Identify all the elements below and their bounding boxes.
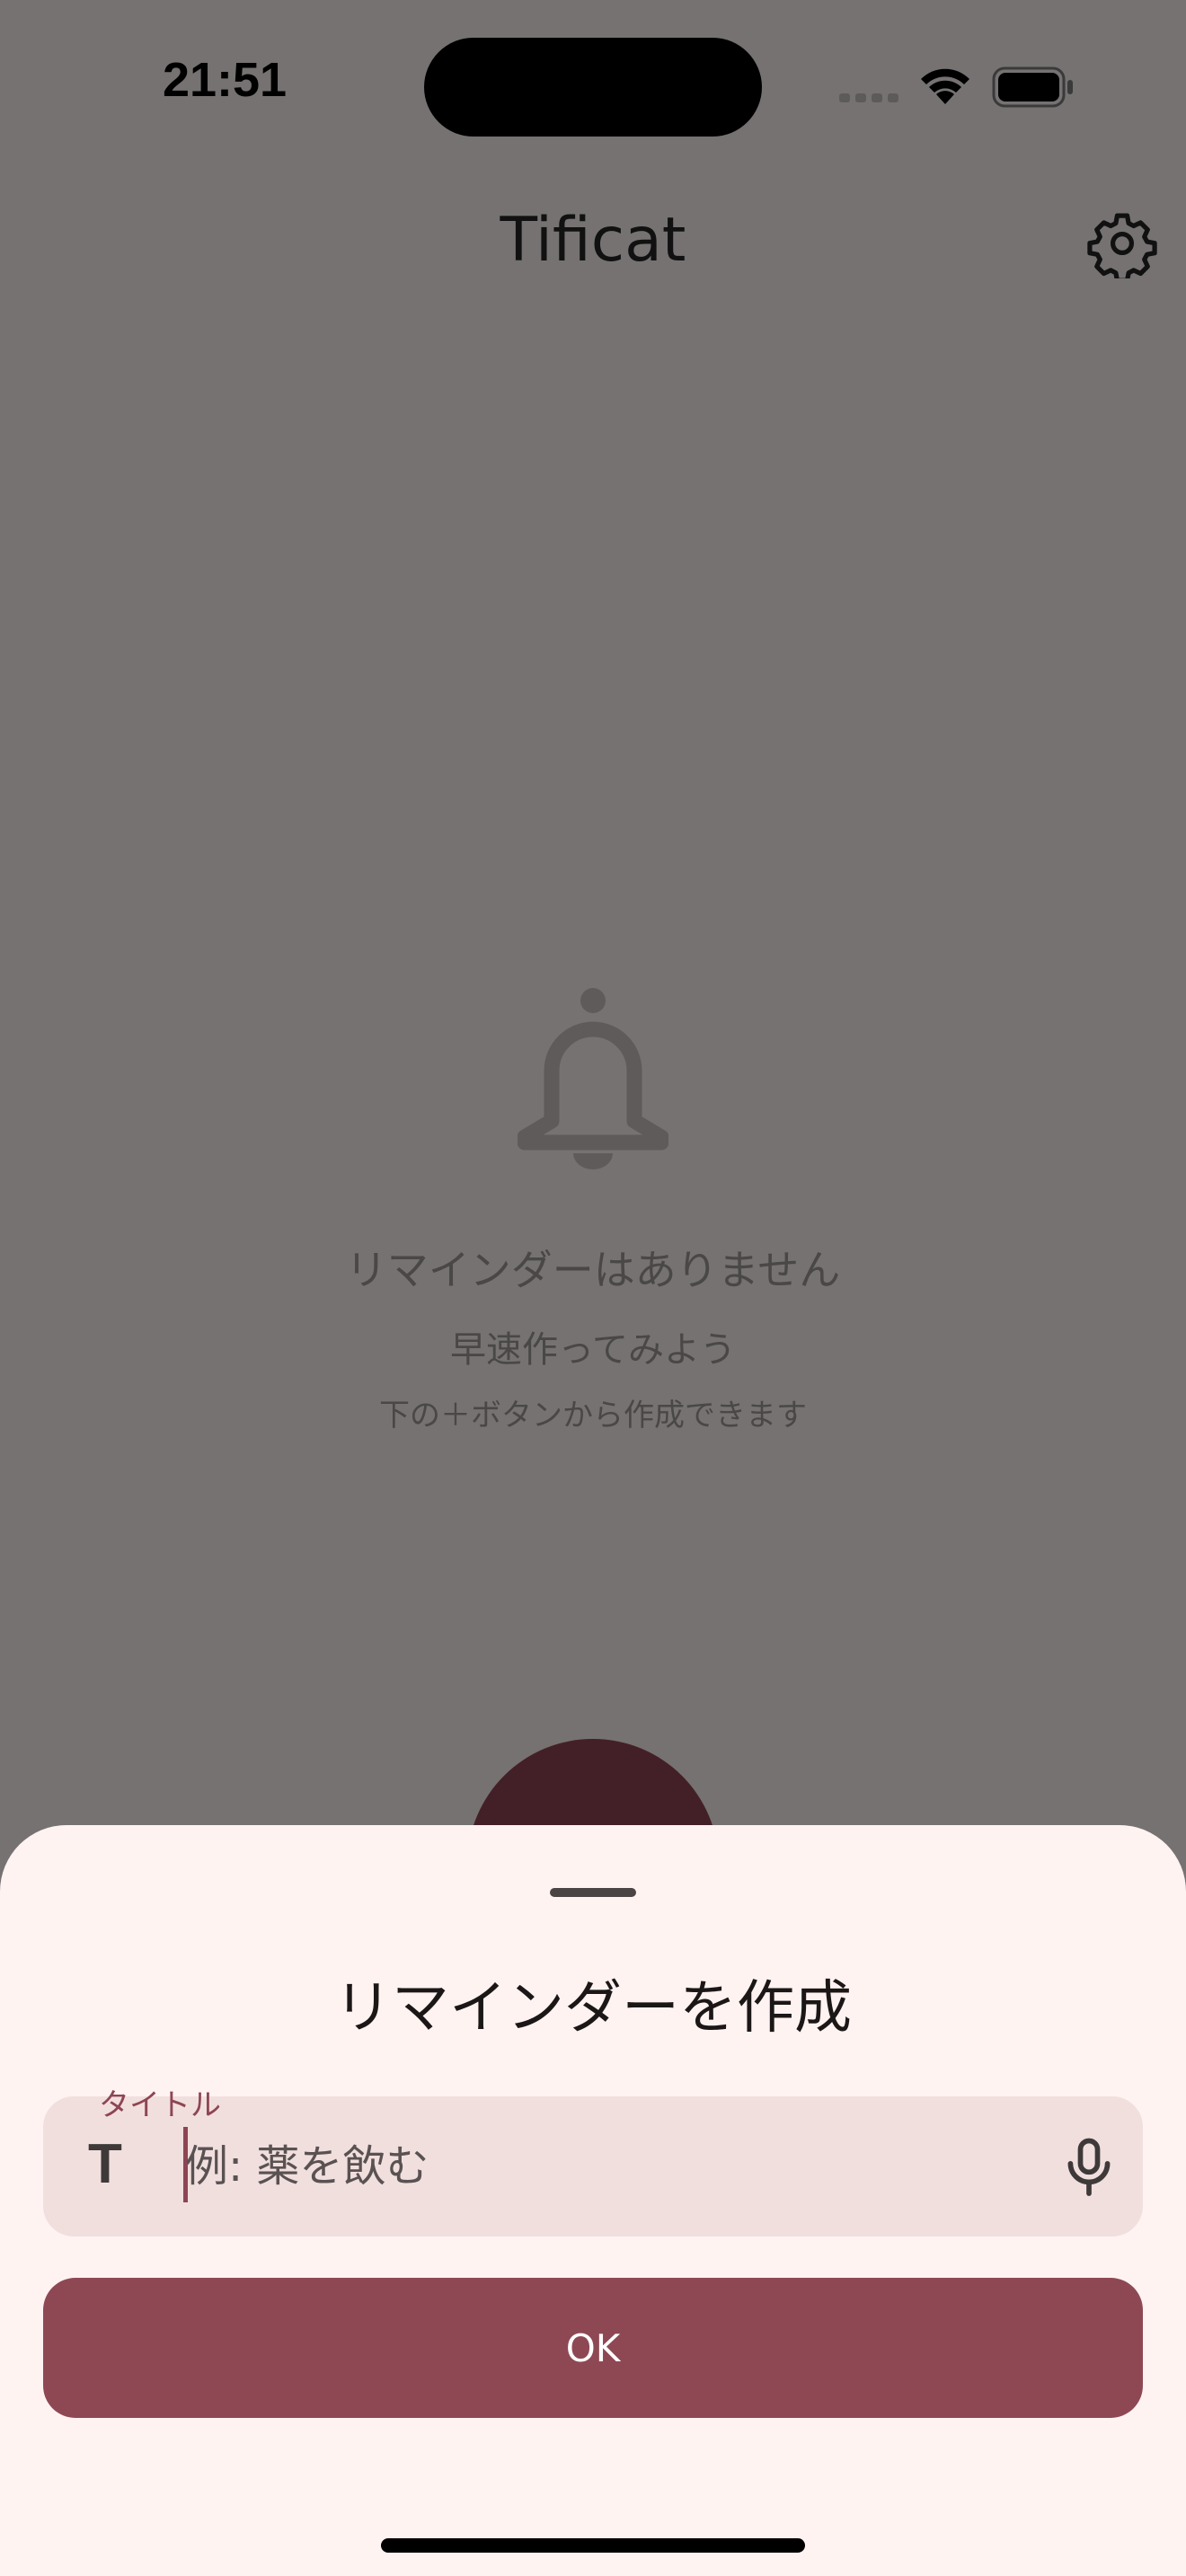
- cellular-signal-icon: [839, 93, 898, 102]
- ok-button[interactable]: OK: [43, 2278, 1143, 2418]
- empty-state-subtitle: 早速作ってみよう: [450, 1329, 736, 1371]
- text-format-icon: T: [88, 2133, 122, 2195]
- title-input[interactable]: [185, 2122, 1030, 2211]
- title-field-label: タイトル: [99, 2087, 221, 2123]
- sheet-drag-handle[interactable]: [550, 1888, 636, 1897]
- dynamic-island: [424, 38, 762, 137]
- empty-state-hint: 下の＋ボタンから作成できます: [379, 1398, 807, 1434]
- battery-icon: [992, 66, 1073, 108]
- status-time: 21:51: [162, 53, 288, 107]
- app-title: Tificat: [500, 205, 686, 276]
- wifi-icon: [921, 68, 969, 104]
- home-indicator: [381, 2538, 805, 2553]
- sheet-title: リマインダーを作成: [334, 1975, 852, 2042]
- create-reminder-sheet: リマインダーを作成 T タイトル OK: [0, 1825, 1186, 2576]
- microphone-icon[interactable]: [1055, 2132, 1123, 2201]
- bell-icon: [518, 988, 668, 1169]
- gear-icon[interactable]: [1087, 208, 1157, 278]
- empty-state-title: リマインダーはありません: [345, 1246, 841, 1294]
